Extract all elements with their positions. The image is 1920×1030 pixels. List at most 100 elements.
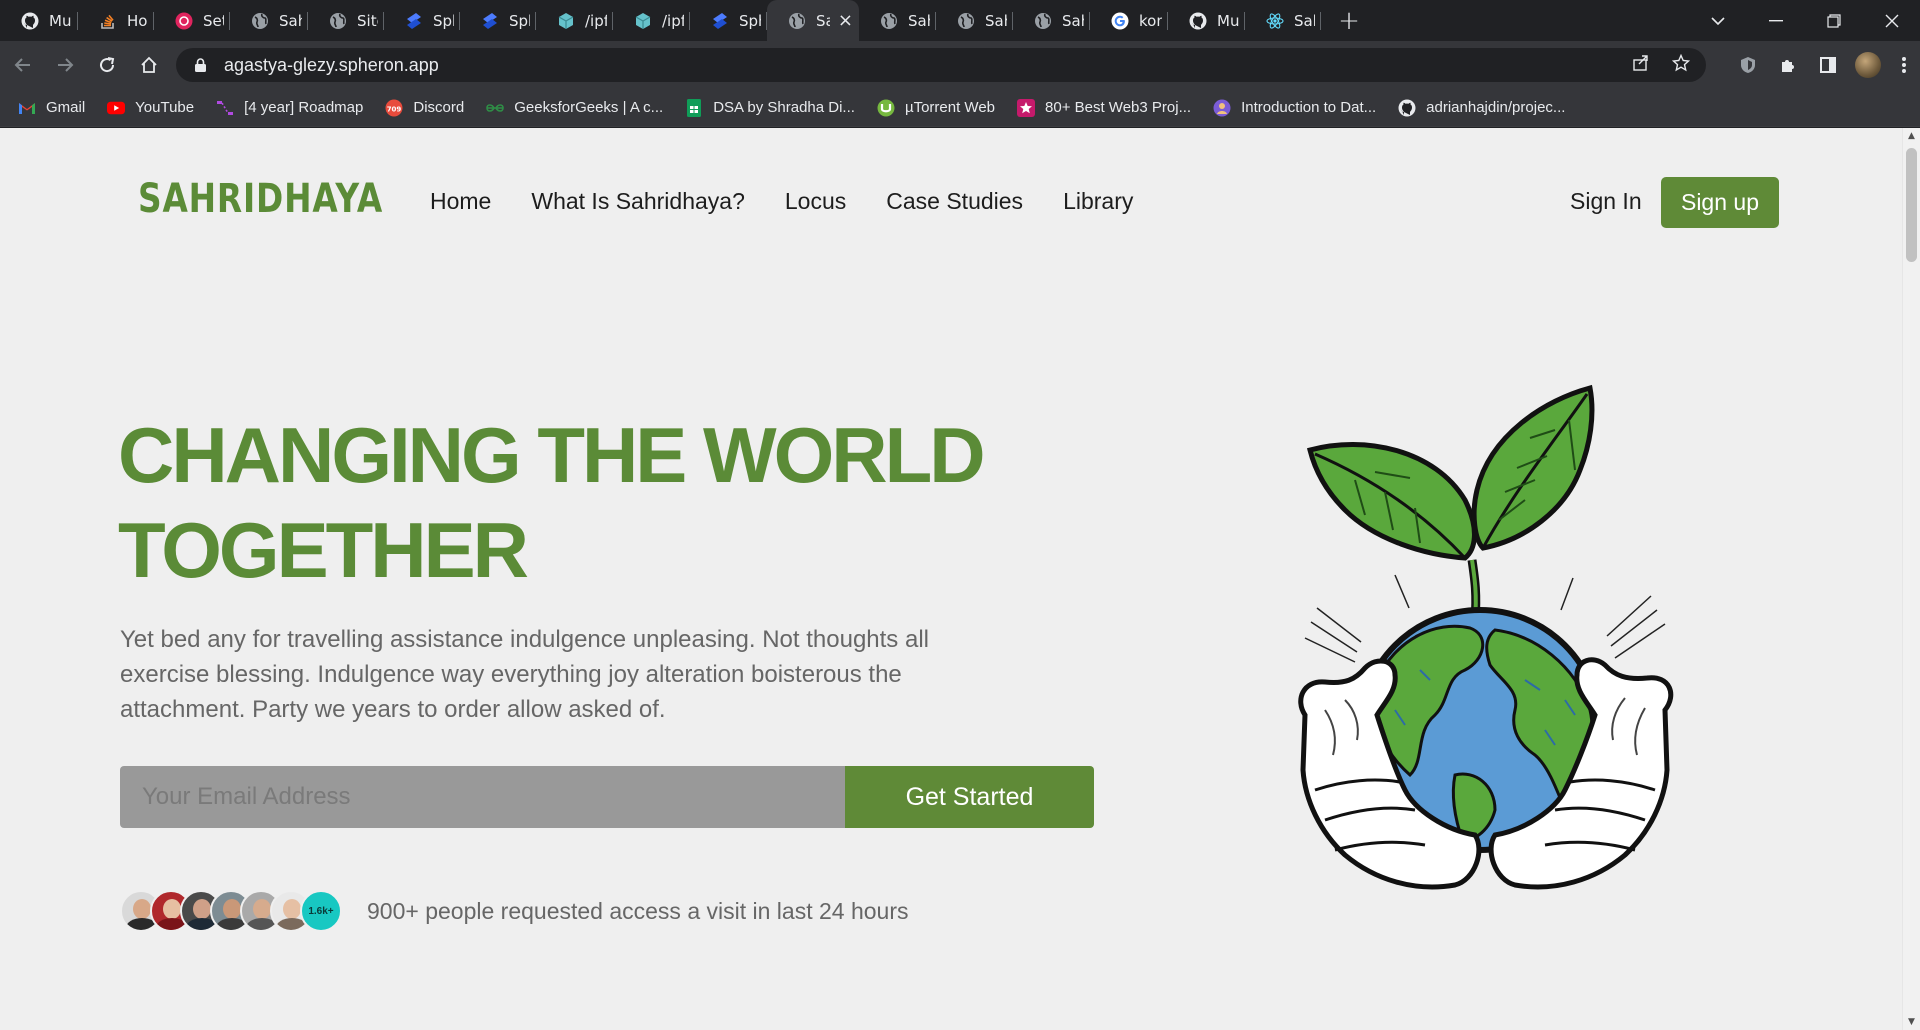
page-scrollbar[interactable]: ▲ ▼ <box>1902 128 1920 1030</box>
bookmark-item[interactable]: Introduction to Dat... <box>1213 99 1376 117</box>
hero-title-line-1: CHANGING THE WORLD <box>118 411 986 499</box>
right-leaf <box>1471 384 1595 551</box>
tab-label: Sahrid <box>279 11 302 30</box>
browser-tab[interactable]: How t <box>78 0 154 41</box>
browser-tab[interactable]: Sahrid <box>1013 0 1090 41</box>
tab-label: Set Up <box>203 11 224 30</box>
main-nav: Home What Is Sahridhaya? Locus Case Stud… <box>430 188 1133 215</box>
roadmap-icon <box>216 99 234 117</box>
bookmark-item[interactable]: YouTube <box>107 99 194 117</box>
bookmark-label: Introduction to Dat... <box>1241 99 1377 116</box>
avatar-count-badge: 1.6k+ <box>300 890 342 932</box>
sign-up-button[interactable]: Sign up <box>1661 177 1779 228</box>
back-button[interactable] <box>4 46 42 84</box>
browser-tab[interactable]: Set Up <box>154 0 230 41</box>
browser-tab[interactable]: /ipfs/C <box>536 0 613 41</box>
bookmark-item[interactable]: 80+ Best Web3 Proj... <box>1017 98 1192 117</box>
browser-tab[interactable]: Sphere <box>460 0 536 41</box>
email-input[interactable] <box>120 766 845 828</box>
bookmark-item[interactable]: [4 year] Roadmap <box>216 99 363 117</box>
sign-in-link[interactable]: Sign In <box>1570 188 1642 215</box>
bookmark-item[interactable]: Gmail <box>18 99 85 117</box>
bookmark-label: adrianhajdin/projec... <box>1426 99 1566 116</box>
bookmark-star-icon[interactable] <box>1671 53 1691 76</box>
scroll-up-arrow-icon[interactable]: ▲ <box>1903 128 1920 144</box>
stackoverflow-icon <box>98 11 118 31</box>
ipfs-cube-icon <box>556 11 576 31</box>
site-logo[interactable]: SAHRIDHAYA <box>138 176 383 222</box>
email-signup-form: Get Started <box>120 766 1094 828</box>
nav-home[interactable]: Home <box>430 188 491 215</box>
browser-toolbar: agastya-glezy.spheron.app <box>0 41 1920 89</box>
hero-description: Yet bed any for travelling assistance in… <box>120 626 929 723</box>
minimize-button[interactable] <box>1748 0 1804 41</box>
home-button[interactable] <box>130 46 168 84</box>
browser-tab[interactable]: Mukul <box>0 0 78 41</box>
browser-tab[interactable]: Sphere <box>690 0 767 41</box>
browser-tab[interactable]: Sahrid <box>936 0 1013 41</box>
svg-text:709: 709 <box>387 105 402 113</box>
globe-icon <box>328 11 348 31</box>
avatar-stack: 1.6k+ <box>120 890 342 934</box>
profile-avatar[interactable] <box>1848 45 1888 85</box>
reload-icon <box>100 57 115 73</box>
globe-icon <box>956 11 976 31</box>
tab-label: Sphere <box>433 11 454 30</box>
new-tab-button[interactable]: + <box>1329 0 1369 41</box>
nav-case-studies[interactable]: Case Studies <box>886 188 1023 215</box>
nav-library[interactable]: Library <box>1063 188 1133 215</box>
share-icon[interactable] <box>1632 54 1650 76</box>
forward-arrow-icon <box>58 58 74 72</box>
spheron-icon <box>404 11 424 31</box>
tab-label: /ipfs/C <box>585 11 607 30</box>
restore-button[interactable] <box>1806 0 1862 41</box>
nav-locus[interactable]: Locus <box>785 188 846 215</box>
scroll-down-arrow-icon[interactable]: ▼ <box>1903 1014 1920 1030</box>
spheron-icon <box>480 11 500 31</box>
close-tab-icon[interactable]: × <box>838 10 853 31</box>
browser-tab[interactable]: Mukul <box>1168 0 1245 41</box>
tab-label: Sahrid <box>1062 11 1084 30</box>
url-text[interactable]: agastya-glezy.spheron.app <box>224 55 439 76</box>
browser-menu-icon[interactable] <box>1888 45 1920 85</box>
get-started-button[interactable]: Get Started <box>845 766 1094 828</box>
browser-tab[interactable]: Sahrid <box>230 0 308 41</box>
nav-what-is-sahridhaya[interactable]: What Is Sahridhaya? <box>531 188 745 215</box>
browser-tab[interactable]: komet <box>1090 0 1168 41</box>
address-bar[interactable]: agastya-glezy.spheron.app <box>176 48 1706 82</box>
browser-tab[interactable]: Sahrid <box>859 0 936 41</box>
browser-tab[interactable]: Site nc <box>308 0 384 41</box>
bookmark-label: 80+ Best Web3 Proj... <box>1045 99 1192 116</box>
bookmark-item[interactable]: adrianhajdin/projec... <box>1398 99 1565 117</box>
globe-icon <box>250 11 270 31</box>
page-viewport: SAHRIDHAYA Home What Is Sahridhaya? Locu… <box>0 128 1920 1030</box>
scrollbar-thumb[interactable] <box>1906 148 1917 262</box>
bookmark-label: Discord <box>413 99 465 116</box>
bookmark-item[interactable]: DSA by Shradha Di... <box>685 98 855 117</box>
tab-search-chevron-icon[interactable] <box>1690 0 1746 41</box>
sheets-icon <box>685 98 703 117</box>
ipfs-cube-icon <box>633 11 653 31</box>
close-window-button[interactable] <box>1864 0 1920 41</box>
tab-label: Sahrid <box>985 11 1007 30</box>
course-icon <box>1213 99 1231 117</box>
browser-tab[interactable]: Sal × <box>767 0 859 41</box>
github-icon <box>1398 99 1416 117</box>
hands-holding-globe-illustration <box>1298 384 1674 890</box>
reload-button[interactable] <box>88 46 126 84</box>
bookmark-item[interactable]: GeeksforGeeks | A c... <box>486 99 663 117</box>
gmail-icon <box>18 99 36 117</box>
browser-tab[interactable]: Sphere <box>384 0 460 41</box>
side-panel-icon[interactable] <box>1808 45 1848 85</box>
site-header: SAHRIDHAYA Home What Is Sahridhaya? Locu… <box>0 128 1900 248</box>
extensions-puzzle-icon[interactable] <box>1768 45 1808 85</box>
forward-button[interactable] <box>46 46 84 84</box>
browser-tab[interactable]: Sahrid <box>1245 0 1321 41</box>
shield-extension-icon[interactable] <box>1728 45 1768 85</box>
tab-label: komet <box>1139 11 1162 30</box>
bookmark-item[interactable]: µTorrent Web <box>877 99 995 117</box>
bookmark-label: GeeksforGeeks | A c... <box>514 99 664 116</box>
access-requests-text: 900+ people requested access a visit in … <box>367 898 909 924</box>
browser-tab[interactable]: /ipfs/C <box>613 0 690 41</box>
bookmark-item[interactable]: 709 Discord <box>385 99 464 117</box>
